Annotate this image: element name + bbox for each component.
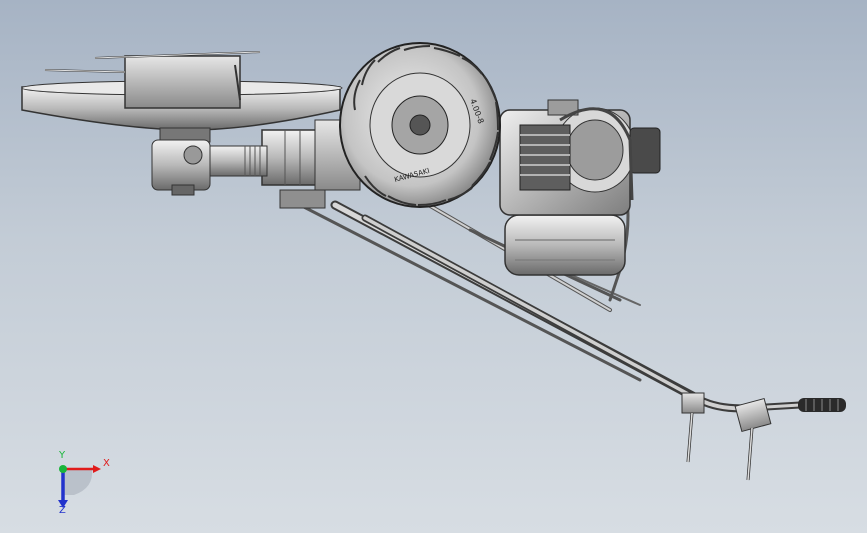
engine xyxy=(499,99,661,216)
y-axis-dot xyxy=(59,465,67,473)
graphics-viewport[interactable]: 4.00-8 KAWASAKI X Y Z xyxy=(0,0,867,533)
z-axis-label: Z xyxy=(59,505,66,516)
y-axis-label: Y xyxy=(59,450,66,461)
cad-model[interactable]: 4.00-8 KAWASAKI xyxy=(0,0,867,533)
handle-grip xyxy=(798,398,846,412)
fuel-tank xyxy=(504,214,626,276)
x-axis-label: X xyxy=(103,458,110,469)
orientation-triad: X Y Z xyxy=(46,450,116,520)
drive-shaft xyxy=(204,145,268,177)
tire: 4.00-8 KAWASAKI xyxy=(339,42,501,208)
